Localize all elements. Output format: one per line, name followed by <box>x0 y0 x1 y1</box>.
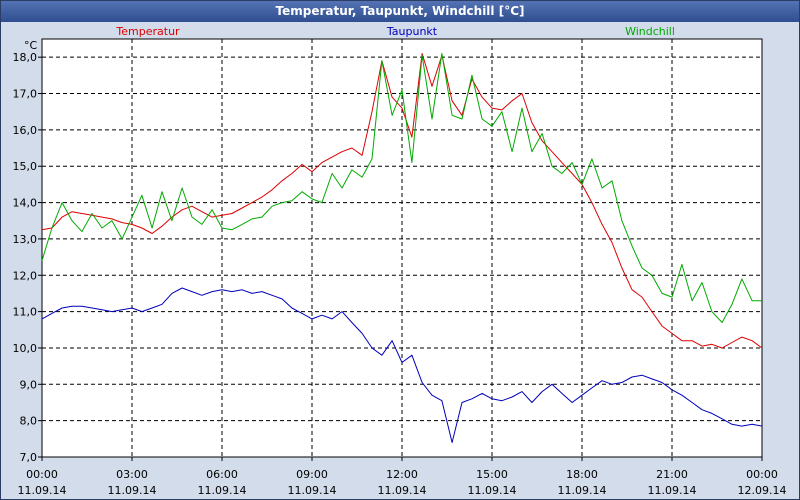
x-tick-time-label: 00:00 <box>26 468 58 481</box>
x-tick-time-label: 12:00 <box>386 468 418 481</box>
y-tick-label: 8,0 <box>20 415 38 428</box>
line-chart: 7,0 8,0 9,0 10,0 11,0 12,0 13,0 14,0 15,0 16,0 17,… <box>13 25 787 497</box>
x-tick-date-label: 11.09.14 <box>468 484 517 497</box>
x-tick-time-label: 21:00 <box>656 468 688 481</box>
y-axis-unit-label: °C <box>24 39 38 52</box>
x-tick-date-label: 11.09.14 <box>648 484 697 497</box>
x-tick-time-label: 06:00 <box>206 468 238 481</box>
x-tick-time-label: 18:00 <box>566 468 598 481</box>
x-tick-time-label: 03:00 <box>116 468 148 481</box>
x-tick-date-label: 11.09.14 <box>18 484 67 497</box>
legend-item-taupunkt: Taupunkt <box>386 25 438 38</box>
y-tick-label: 13,0 <box>13 233 38 246</box>
x-tick-date-label: 11.09.14 <box>198 484 247 497</box>
y-tick-label: 9,0 <box>20 378 38 391</box>
y-tick-label: 7,0 <box>20 451 38 464</box>
y-tick-label: 14,0 <box>13 197 38 210</box>
y-tick-label: 16,0 <box>13 124 38 137</box>
y-tick-label: 12,0 <box>13 269 38 282</box>
x-tick-date-label: 11.09.14 <box>378 484 427 497</box>
x-tick-date-label: 11.09.14 <box>288 484 337 497</box>
y-tick-label: 10,0 <box>13 342 38 355</box>
x-tick-time-label: 09:00 <box>296 468 328 481</box>
x-tick-date-label: 11.09.14 <box>558 484 607 497</box>
legend: Temperatur Taupunkt Windchill <box>115 25 675 38</box>
x-tick-date-label: 12.09.14 <box>738 484 787 497</box>
x-tick-time-label: 00:00 <box>746 468 778 481</box>
y-tick-label: 15,0 <box>13 160 38 173</box>
y-tick-label: 17,0 <box>13 88 38 101</box>
legend-item-temperatur: Temperatur <box>115 25 180 38</box>
y-tick-label: 11,0 <box>13 306 38 319</box>
legend-item-windchill: Windchill <box>625 25 675 38</box>
y-tick-label: 18,0 <box>13 51 38 64</box>
x-tick-time-label: 15:00 <box>476 468 508 481</box>
x-tick-date-label: 11.09.14 <box>108 484 157 497</box>
plot-area <box>41 38 763 458</box>
